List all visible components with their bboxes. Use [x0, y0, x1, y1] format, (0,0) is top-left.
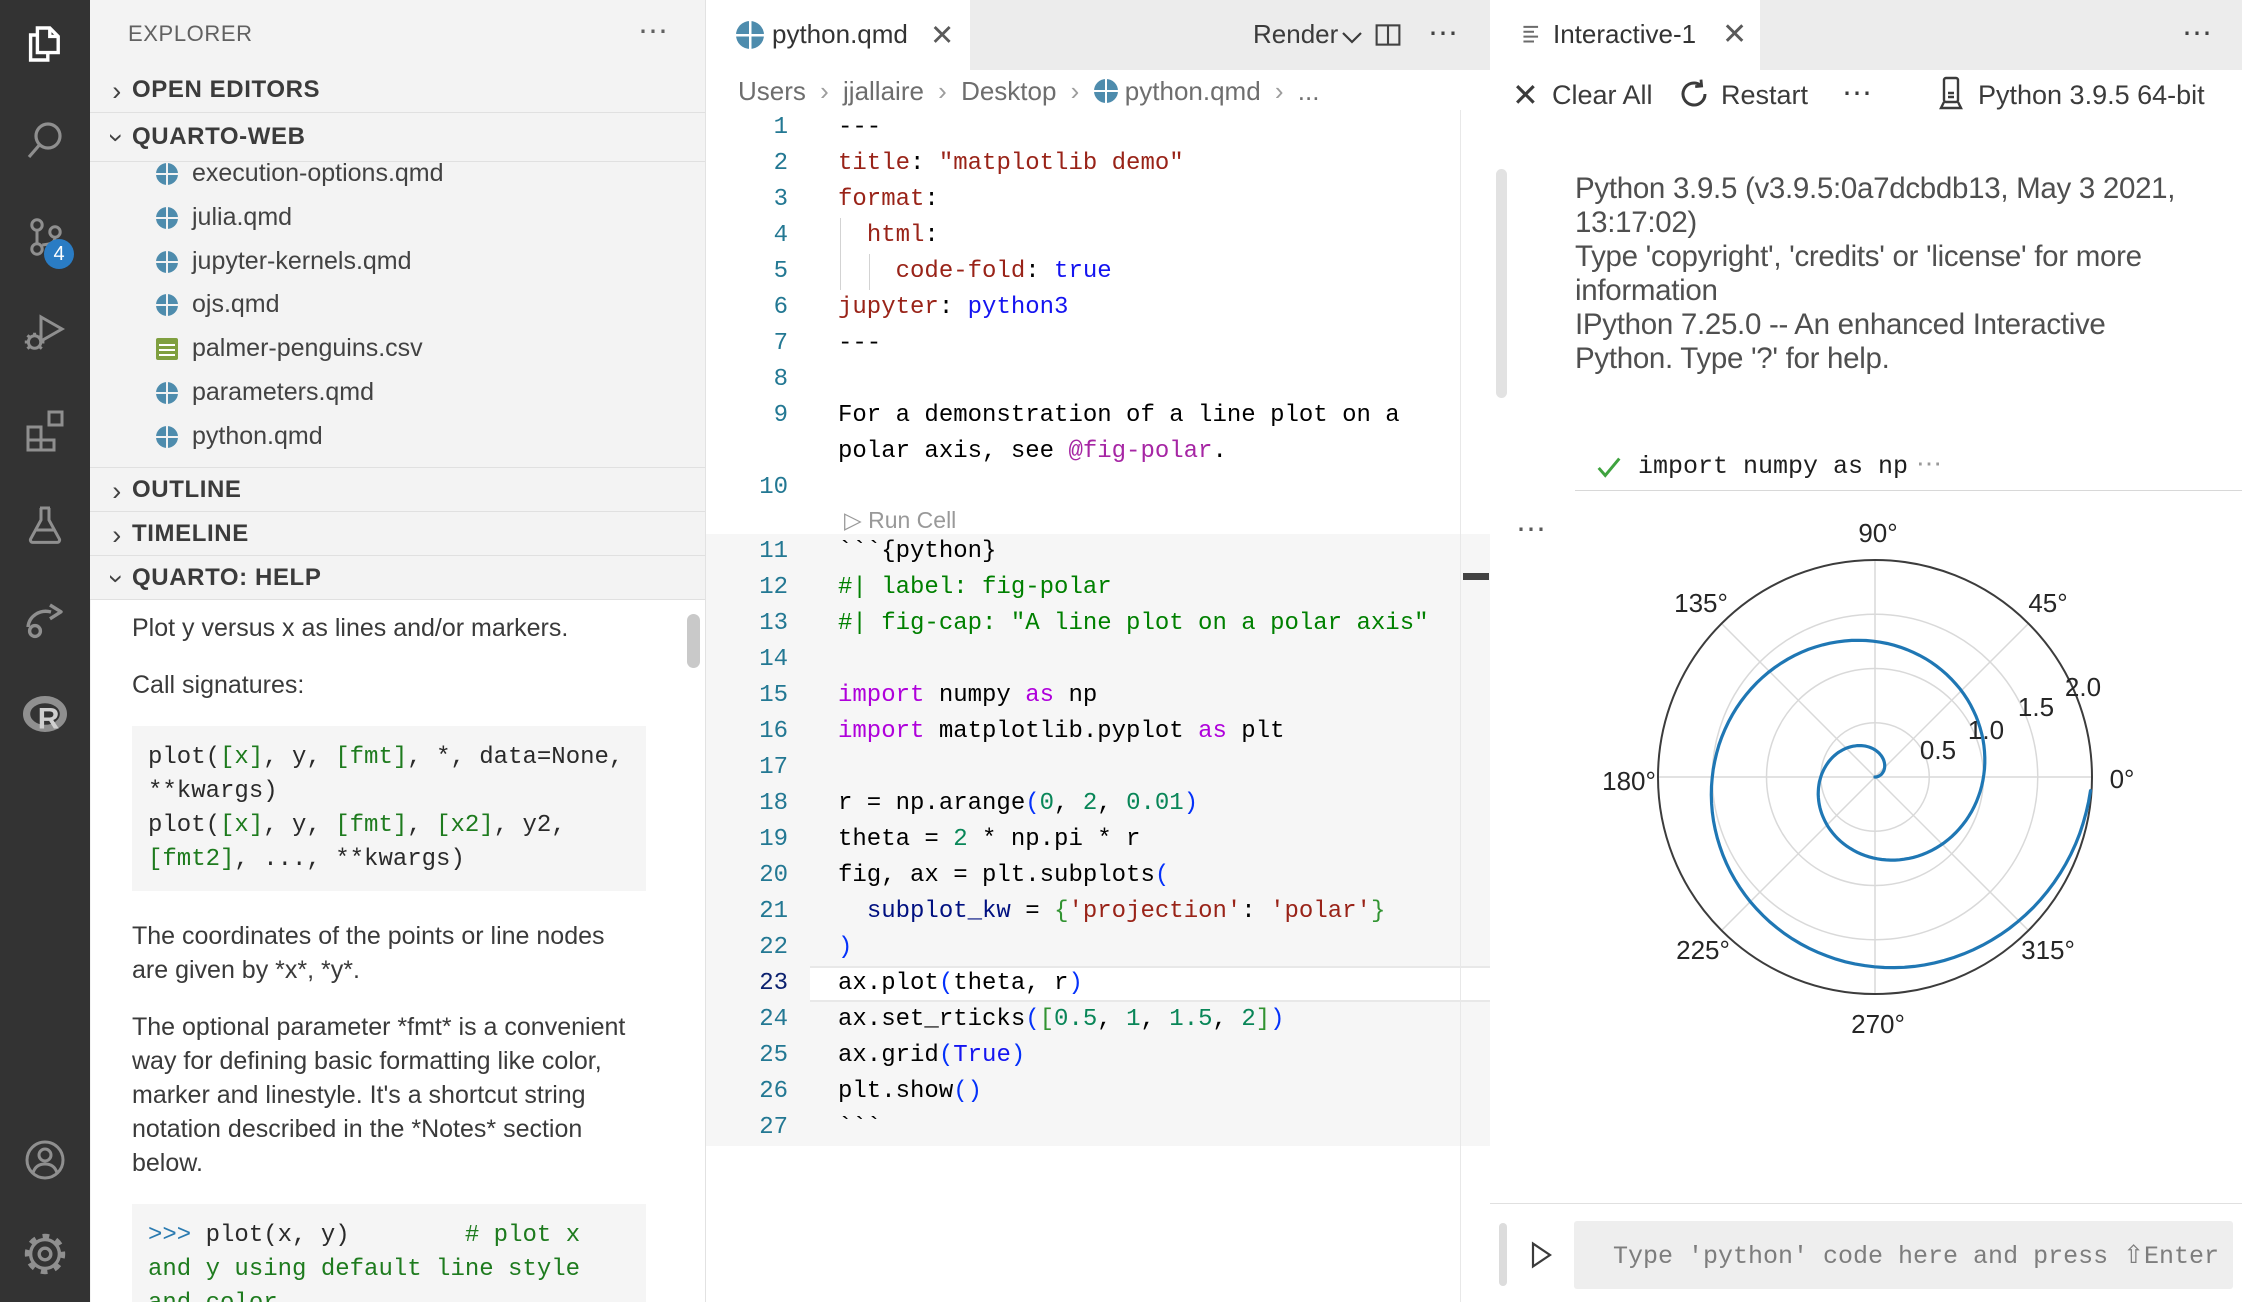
svg-text:225°: 225° [1676, 935, 1730, 965]
svg-text:2.0: 2.0 [2065, 672, 2101, 702]
svg-text:1.5: 1.5 [2018, 692, 2054, 722]
svg-text:315°: 315° [2021, 935, 2075, 965]
svg-text:0°: 0° [2110, 764, 2135, 794]
svg-text:90°: 90° [1858, 518, 1897, 548]
svg-text:180°: 180° [1602, 766, 1656, 796]
svg-text:45°: 45° [2028, 588, 2067, 618]
svg-text:270°: 270° [1851, 1009, 1905, 1039]
svg-text:0.5: 0.5 [1920, 735, 1956, 765]
svg-text:R: R [38, 702, 60, 735]
svg-text:135°: 135° [1674, 588, 1728, 618]
svg-text:1.0: 1.0 [1968, 715, 2004, 745]
